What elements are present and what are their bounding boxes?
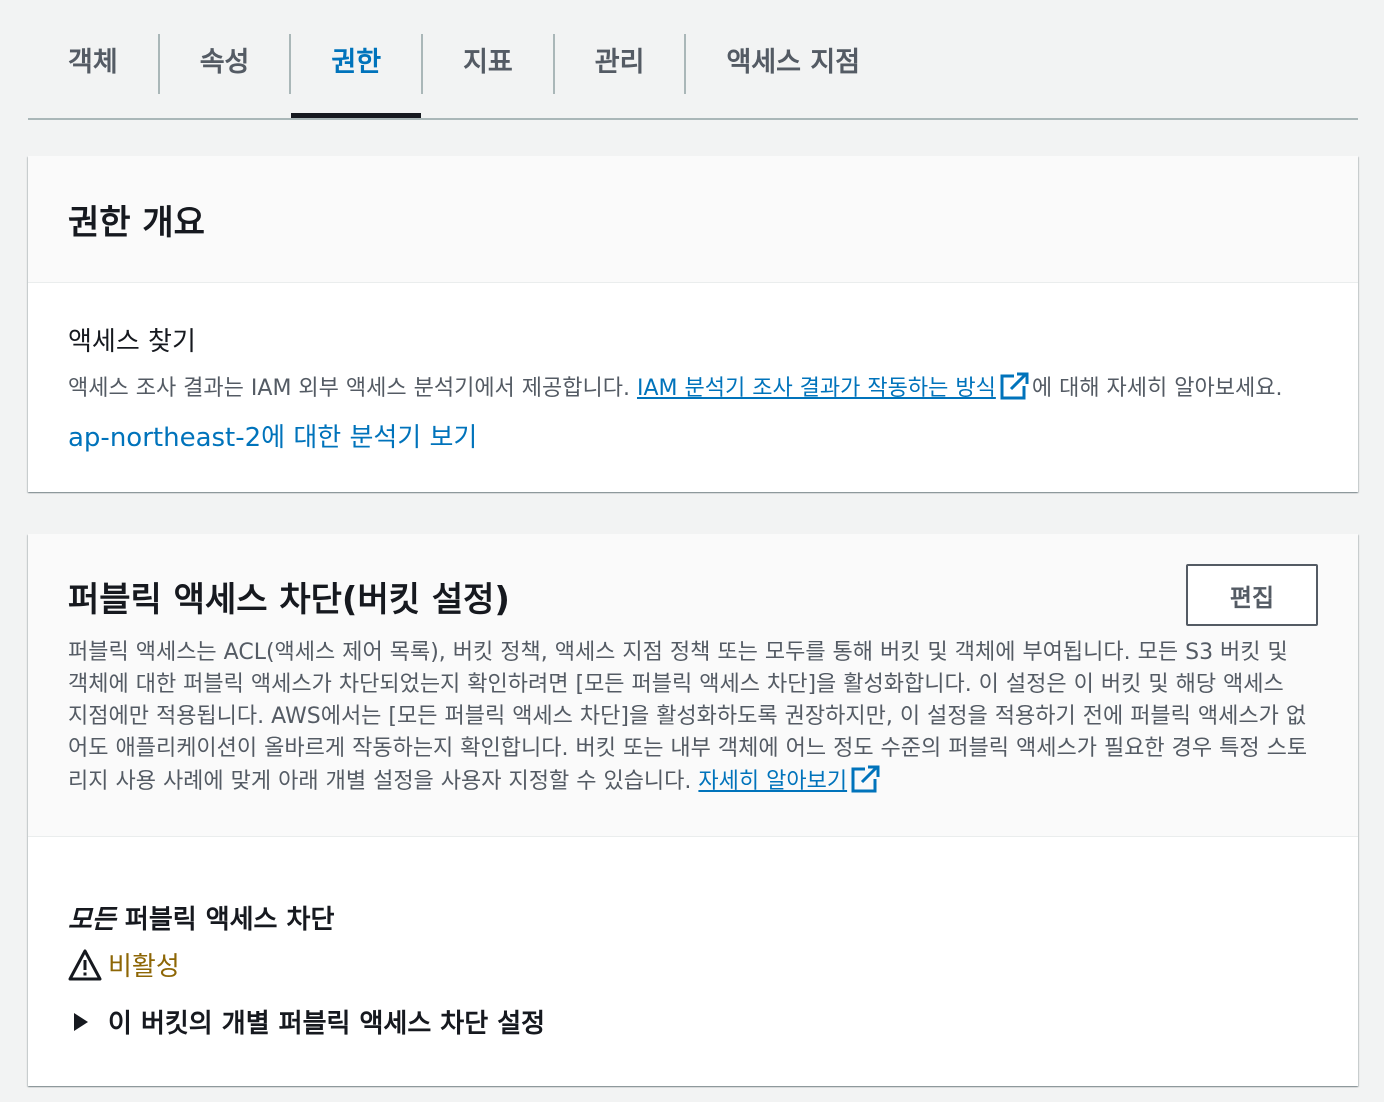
status-text: 비활성 — [108, 952, 180, 982]
tab-label: 속성 — [199, 46, 250, 78]
tab-bar: 객체 속성 권한 지표 관리 액세스 지점 — [28, 0, 1358, 120]
description-text: 에 대해 자세히 알아보세요. — [1031, 376, 1283, 401]
access-finder-description: 액세스 조사 결과는 IAM 외부 액세스 분석기에서 제공합니다. IAM 분… — [68, 372, 1318, 405]
permissions-overview-panel: 권한 개요 액세스 찾기 액세스 조사 결과는 IAM 외부 액세스 분석기에서… — [28, 156, 1358, 492]
panel-header: 퍼블릭 액세스 차단(버킷 설정) 편집 퍼블릭 액세스는 ACL(액세스 제어… — [28, 534, 1358, 837]
block-all-title-emphasis: 모든 — [68, 905, 116, 935]
block-all-title: 모든 퍼블릭 액세스 차단 — [68, 899, 1318, 936]
tab-metrics[interactable]: 지표 — [423, 0, 553, 118]
tab-label: 액세스 지점 — [726, 46, 861, 78]
access-finder-heading: 액세스 찾기 — [68, 327, 196, 357]
tab-properties[interactable]: 속성 — [160, 0, 290, 118]
tab-label: 권한 — [331, 46, 382, 78]
block-all-title-text: 퍼블릭 액세스 차단 — [115, 905, 335, 935]
block-public-access-panel: 퍼블릭 액세스 차단(버킷 설정) 편집 퍼블릭 액세스는 ACL(액세스 제어… — [28, 534, 1358, 1086]
external-link-icon[interactable] — [851, 765, 882, 793]
tab-management[interactable]: 관리 — [555, 0, 685, 118]
learn-more-link[interactable]: 자세히 알아보기 — [698, 769, 847, 794]
external-link-icon[interactable] — [1000, 372, 1030, 400]
panel-body: 액세스 찾기 액세스 조사 결과는 IAM 외부 액세스 분석기에서 제공합니다… — [28, 283, 1358, 454]
panel-body: 모든 퍼블릭 액세스 차단 비활성 이 버킷의 개별 퍼블릭 액세스 차단 설정 — [28, 837, 1358, 1040]
tab-label: 객체 — [68, 46, 118, 78]
caret-right-icon — [74, 1012, 88, 1031]
iam-analyzer-link[interactable]: IAM 분석기 조사 결과가 작동하는 방식 — [637, 376, 996, 401]
panel-header: 권한 개요 — [28, 156, 1358, 283]
permissions-overview-title: 권한 개요 — [68, 202, 205, 243]
tab-label: 지표 — [463, 46, 513, 78]
warning-icon — [68, 949, 102, 980]
page: 객체 속성 권한 지표 관리 액세스 지점 권한 개요 액세스 찾기 액세스 조… — [0, 0, 1384, 1102]
edit-button[interactable]: 편집 — [1186, 564, 1318, 626]
description-text: 퍼블릭 액세스는 ACL(액세스 제어 목록), 버킷 정책, 액세스 지점 정… — [68, 640, 1308, 794]
description-text: 액세스 조사 결과는 IAM 외부 액세스 분석기에서 제공합니다. — [68, 376, 637, 401]
block-public-access-title: 퍼블릭 액세스 차단(버킷 설정) — [68, 580, 510, 620]
individual-settings-expander[interactable]: 이 버킷의 개별 퍼블릭 액세스 차단 설정 — [68, 1003, 1318, 1040]
block-public-access-description: 퍼블릭 액세스는 ACL(액세스 제어 목록), 버킷 정책, 액세스 지점 정… — [68, 637, 1308, 798]
expander-label: 이 버킷의 개별 퍼블릭 액세스 차단 설정 — [108, 1009, 546, 1039]
tab-access-points[interactable]: 액세스 지점 — [686, 0, 900, 118]
tab-permissions[interactable]: 권한 — [291, 0, 421, 118]
status-indicator: 비활성 — [68, 946, 1318, 983]
tab-label: 관리 — [594, 46, 645, 78]
tab-objects[interactable]: 객체 — [56, 0, 158, 118]
view-analyzer-link[interactable]: ap-northeast-2에 대한 분석기 보기 — [68, 417, 477, 454]
